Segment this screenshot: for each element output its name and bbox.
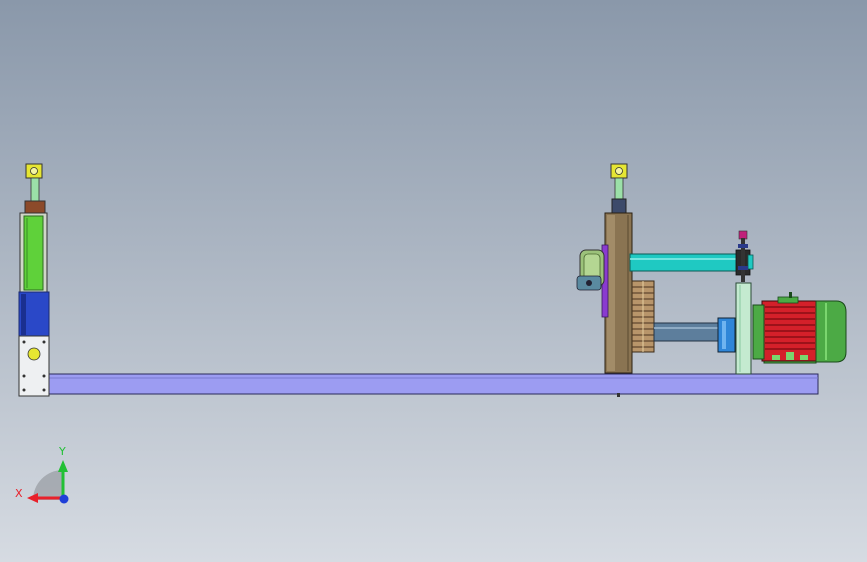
left-column [18,163,50,397]
left-collar [24,200,46,215]
left-piston-rod [30,177,40,203]
right-collar [611,198,627,215]
gear-pack [631,280,655,353]
assembly-drawing: Y X [15,163,847,504]
gearbox-column [601,163,633,374]
electric-motor [752,292,847,364]
z-axis-dot [59,494,69,504]
x-axis-label: X [15,487,23,500]
base-beam [45,373,819,395]
lower-shaft [653,317,736,353]
upper-shaft [629,249,754,276]
shaft-coupling [717,317,736,353]
coordinate-triad: Y X [15,445,69,504]
y-axis-label: Y [58,445,66,458]
support-post [735,282,752,375]
cad-viewport[interactable]: Y X [0,0,867,562]
left-foot-plate [18,335,50,397]
side-gear-motor [576,249,605,291]
right-piston-rod [614,177,624,201]
